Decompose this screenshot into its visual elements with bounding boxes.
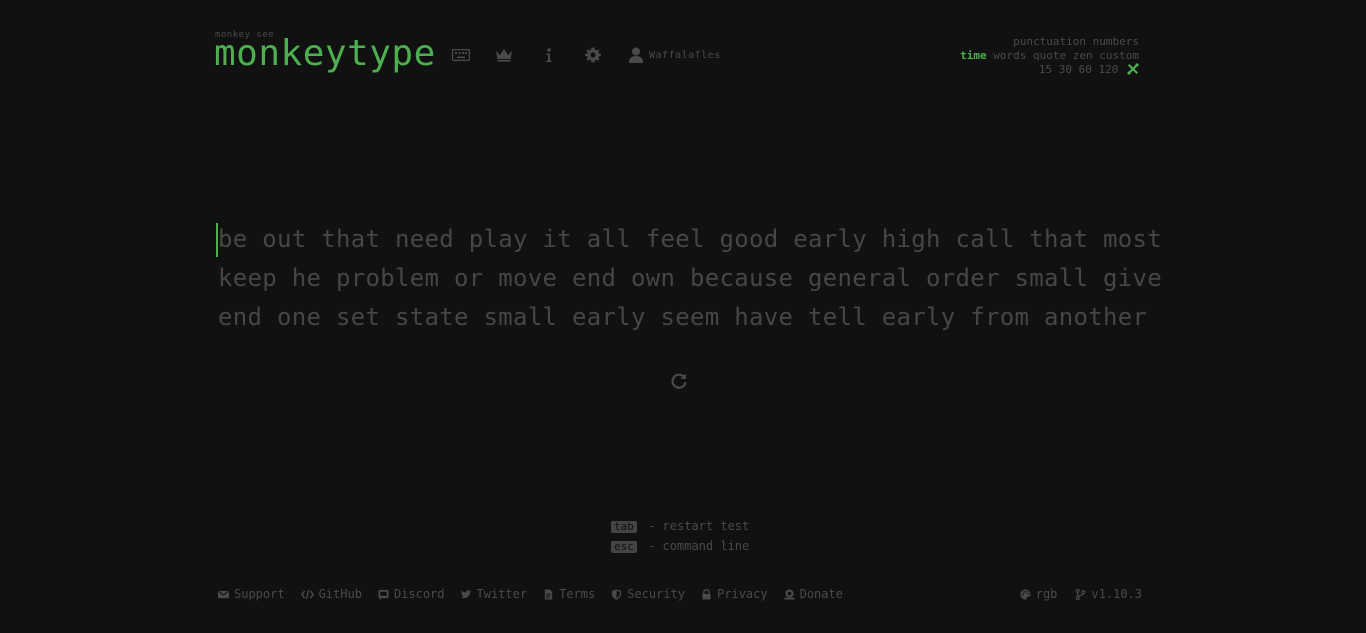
config-mode-custom[interactable]: custom (1099, 49, 1139, 62)
config-row-modes: time words quote zen custom (960, 49, 1139, 63)
shield-icon (612, 588, 622, 600)
config-time-30[interactable]: 30 (1059, 63, 1072, 76)
footer-links: Support GitHub Discord Twitter Terms Sec… (218, 586, 859, 602)
theme-switch[interactable]: rgb (1020, 587, 1058, 601)
footer-discord-link[interactable]: Discord (378, 587, 445, 601)
test-config: punctuation numbers time words quote zen… (960, 35, 1139, 79)
discord-icon (378, 589, 389, 600)
redo-icon (671, 373, 687, 389)
config-mode-words[interactable]: words (993, 49, 1026, 62)
key-tab: tab (611, 521, 637, 533)
footer-donate-label: Donate (799, 587, 843, 601)
hint-restart: tab - restart test (611, 516, 749, 536)
footer-twitter-label: Twitter (476, 587, 528, 601)
config-mode-quote[interactable]: quote (1033, 49, 1066, 62)
config-mode-zen[interactable]: zen (1073, 49, 1093, 62)
palette-icon (1020, 588, 1031, 600)
config-time-15[interactable]: 15 (1039, 63, 1052, 76)
keyboard-icon[interactable] (452, 46, 470, 64)
hint-command: esc - command line (611, 536, 749, 556)
footer-privacy-label: Privacy (717, 587, 768, 601)
footer-security-link[interactable]: Security (611, 587, 685, 601)
footer-privacy-link[interactable]: Privacy (701, 587, 768, 601)
footer-terms-link[interactable]: Terms (543, 587, 595, 601)
crown-icon[interactable] (495, 46, 513, 64)
footer-discord-label: Discord (393, 587, 445, 601)
footer-terms-label: Terms (559, 587, 596, 601)
footer-meta: rgb v1.10.3 (1002, 586, 1142, 602)
envelope-icon (218, 590, 229, 598)
theme-name: rgb (1035, 587, 1058, 601)
footer-github-link[interactable]: GitHub (300, 587, 362, 601)
config-row-modifiers: punctuation numbers (960, 35, 1139, 49)
footer-twitter-link[interactable]: Twitter (460, 587, 528, 601)
lock-icon (702, 588, 711, 600)
footer-donate-link[interactable]: Donate (784, 587, 843, 601)
code-icon (300, 589, 314, 599)
config-time-60[interactable]: 60 (1079, 63, 1092, 76)
version-link[interactable]: v1.10.3 (1075, 587, 1142, 601)
words-line-3: end one set state small early seem have … (218, 303, 1148, 331)
donate-icon (784, 588, 795, 600)
config-numbers[interactable]: numbers (1093, 35, 1139, 48)
twitter-icon (460, 589, 472, 598)
version-label: v1.10.3 (1091, 587, 1142, 601)
gear-icon[interactable] (584, 46, 602, 64)
logo-title: monkeytype (214, 33, 436, 74)
footer-security-label: Security (627, 587, 686, 601)
info-icon[interactable] (540, 46, 558, 64)
footer-support-link[interactable]: Support (218, 587, 285, 601)
user-icon (629, 47, 643, 63)
tools-icon[interactable] (1127, 63, 1139, 79)
document-icon (544, 588, 553, 600)
footer-support-label: Support (234, 587, 285, 601)
typing-caret (216, 223, 218, 257)
config-mode-time[interactable]: time (960, 49, 987, 62)
user-account-button[interactable]: Waffalafles (629, 46, 721, 64)
words-line-2: keep he problem or move end own because … (218, 264, 1162, 292)
hint-restart-text: - restart test (648, 519, 750, 533)
footer-github-label: GitHub (318, 587, 362, 601)
code-branch-icon (1076, 588, 1086, 600)
keyboard-hints: tab - restart test esc - command line (611, 516, 749, 556)
typing-words[interactable]: be out that need play it all feel good e… (216, 220, 1162, 337)
config-row-durations: 15 30 60 120 (960, 63, 1139, 79)
config-punctuation[interactable]: punctuation (1013, 35, 1086, 48)
username: Waffalafles (649, 49, 721, 61)
hint-command-text: - command line (648, 539, 750, 553)
config-time-120[interactable]: 120 (1099, 63, 1119, 76)
app-root: monkey see monkeytype Waffalafles punctu… (0, 0, 1366, 633)
restart-test-button[interactable] (670, 372, 688, 390)
words-line-1: be out that need play it all feel good e… (218, 225, 1162, 253)
key-esc: esc (611, 541, 637, 553)
